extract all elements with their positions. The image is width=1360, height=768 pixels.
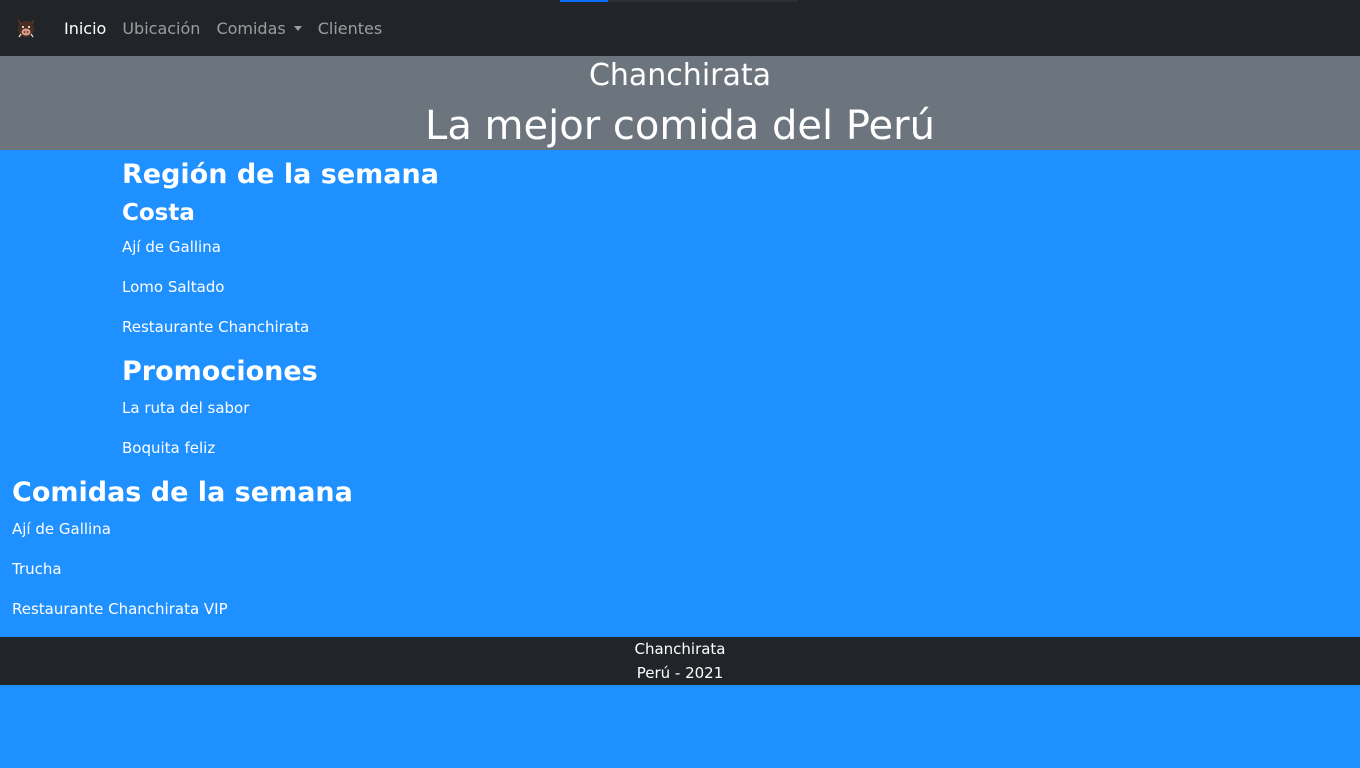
hero-title: Chanchirata [588, 58, 772, 93]
nav-item-comidas-label: Comidas [216, 18, 286, 38]
nav-item-inicio[interactable]: Inicio [56, 19, 114, 38]
nav-links: Inicio Ubicación Comidas Clientes [56, 0, 390, 56]
top-accent-bar [560, 0, 608, 2]
hero-subtitle: La mejor comida del Perú [425, 103, 935, 149]
weekly-item-2[interactable]: Trucha [12, 559, 62, 579]
nav-item-ubicacion[interactable]: Ubicación [114, 19, 208, 38]
weekly-item-3[interactable]: Restaurante Chanchirata VIP [12, 599, 228, 619]
boar-logo-icon[interactable] [14, 16, 38, 40]
region-item-3[interactable]: Restaurante Chanchirata [122, 317, 309, 337]
nav-item-comidas-dropdown[interactable]: Comidas [208, 19, 309, 38]
weekly-item-1[interactable]: Ají de Gallina [12, 519, 111, 539]
promo-item-2[interactable]: Boquita feliz [122, 438, 215, 458]
region-item-2[interactable]: Lomo Saltado [122, 277, 224, 297]
promos-heading: Promociones [122, 356, 318, 387]
nav-item-clientes[interactable]: Clientes [310, 19, 391, 38]
weekly-heading: Comidas de la semana [12, 477, 353, 508]
region-heading: Región de la semana [122, 159, 439, 190]
region-item-1[interactable]: Ají de Gallina [122, 237, 221, 257]
navbar: Inicio Ubicación Comidas Clientes [0, 0, 1360, 56]
hero-banner: Chanchirata La mejor comida del Perú [0, 56, 1360, 150]
promo-item-1[interactable]: La ruta del sabor [122, 398, 249, 418]
chevron-down-icon [293, 25, 302, 31]
region-name: Costa [122, 200, 195, 226]
top-accent-track [608, 0, 798, 2]
footer-brand: Chanchirata [634, 640, 726, 658]
footer: Chanchirata Perú - 2021 [0, 637, 1360, 685]
footer-copyright: Perú - 2021 [636, 664, 724, 682]
